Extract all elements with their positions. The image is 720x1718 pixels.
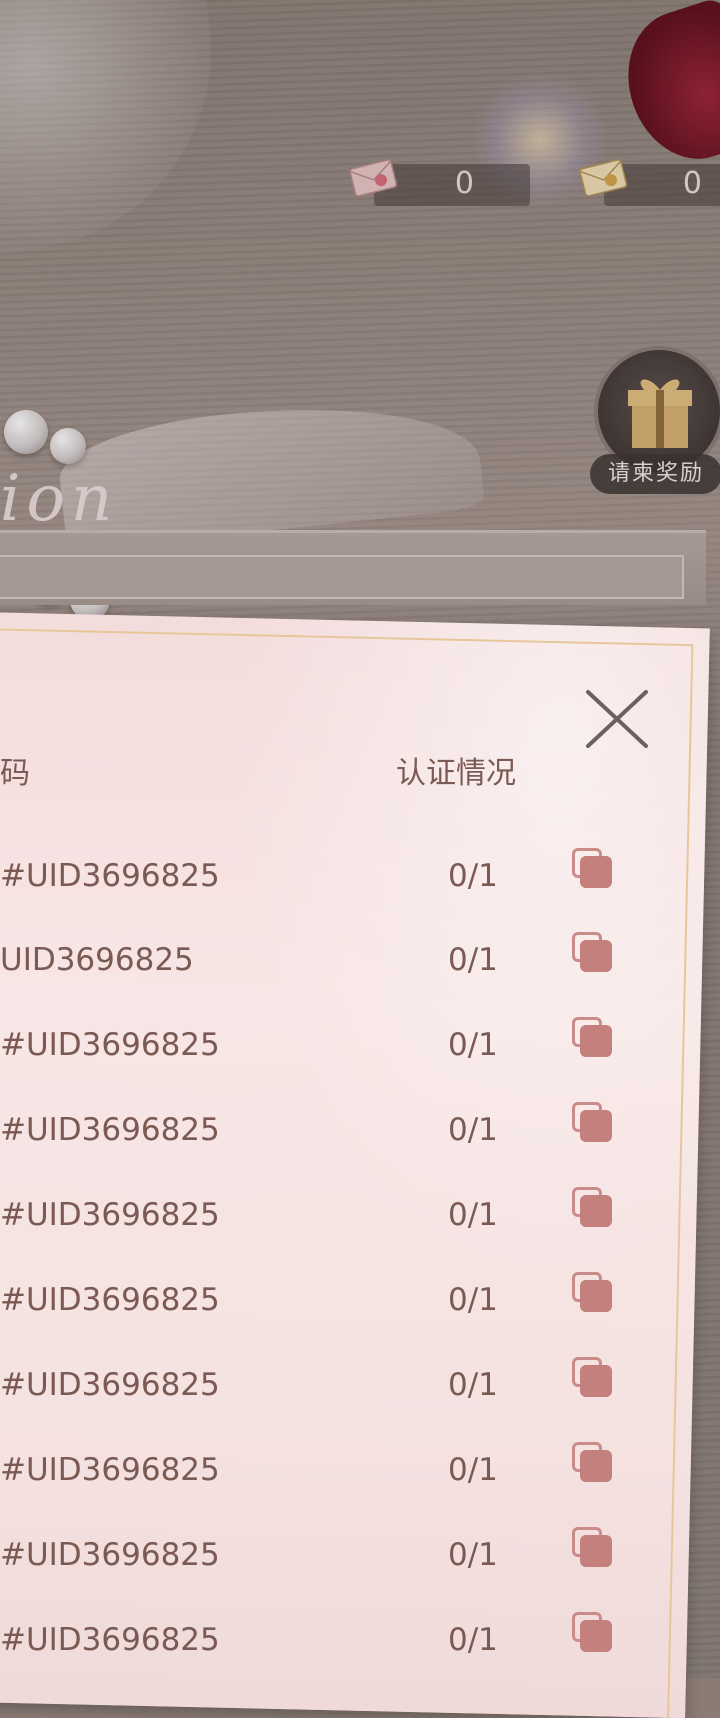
status-text: 0/1 <box>448 1197 498 1233</box>
table-row: #UID3696825 0/1 <box>0 1527 720 1597</box>
uid-text: UID3696825 <box>0 942 194 978</box>
table-row: #UID3696825 0/1 <box>0 1187 720 1257</box>
close-button[interactable] <box>582 684 652 754</box>
column-header-code: 码 <box>0 756 30 791</box>
copy-button[interactable] <box>572 1442 614 1484</box>
copy-button[interactable] <box>572 1357 614 1399</box>
copy-button[interactable] <box>572 848 614 890</box>
table-row: #UID3696825 0/1 <box>0 848 720 918</box>
uid-text: #UID3696825 <box>0 1112 220 1148</box>
copy-button[interactable] <box>572 1612 614 1654</box>
uid-text: #UID3696825 <box>0 1027 220 1063</box>
status-text: 0/1 <box>448 1537 498 1573</box>
status-text: 0/1 <box>448 1112 498 1148</box>
status-text: 0/1 <box>448 942 498 978</box>
status-text: 0/1 <box>448 1282 498 1318</box>
uid-text: #UID3696825 <box>0 1367 220 1403</box>
copy-button[interactable] <box>572 1102 614 1144</box>
uid-text: #UID3696825 <box>0 1537 220 1573</box>
column-header-status: 认证情况 <box>396 756 516 791</box>
table-row: #UID3696825 0/1 <box>0 1272 720 1342</box>
uid-text: #UID3696825 <box>0 1452 220 1488</box>
table-row: #UID3696825 0/1 <box>0 1612 720 1682</box>
copy-button[interactable] <box>572 932 614 974</box>
table-row: #UID3696825 0/1 <box>0 1442 720 1512</box>
table-row: #UID3696825 0/1 <box>0 1102 720 1172</box>
status-text: 0/1 <box>448 1622 498 1658</box>
close-icon <box>586 690 648 748</box>
copy-button[interactable] <box>572 1272 614 1314</box>
copy-button[interactable] <box>572 1017 614 1059</box>
status-text: 0/1 <box>448 858 498 894</box>
table-row: #UID3696825 0/1 <box>0 1357 720 1427</box>
uid-text: #UID3696825 <box>0 858 220 894</box>
uid-text: #UID3696825 <box>0 1197 220 1233</box>
invitation-modal: 码 认证情况 #UID3696825 0/1 UID3696825 0/1 #U… <box>0 640 720 1678</box>
uid-text: #UID3696825 <box>0 1622 220 1658</box>
table-row: UID3696825 0/1 <box>0 932 720 1002</box>
uid-text: #UID3696825 <box>0 1282 220 1318</box>
status-text: 0/1 <box>448 1452 498 1488</box>
status-text: 0/1 <box>448 1027 498 1063</box>
copy-button[interactable] <box>572 1527 614 1569</box>
status-text: 0/1 <box>448 1367 498 1403</box>
copy-button[interactable] <box>572 1187 614 1229</box>
table-row: #UID3696825 0/1 <box>0 1017 720 1087</box>
